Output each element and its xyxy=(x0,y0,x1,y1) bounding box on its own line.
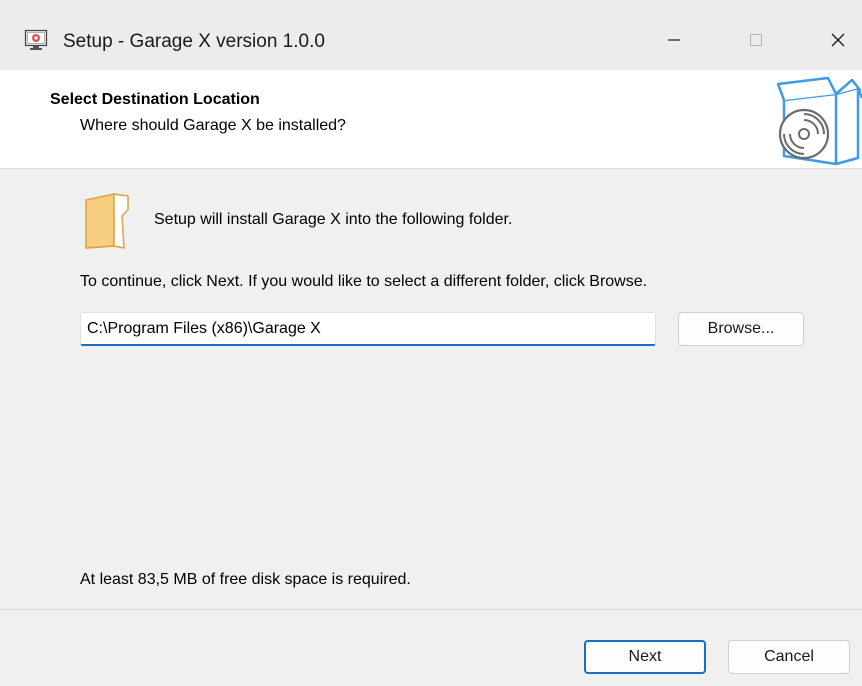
close-button[interactable] xyxy=(814,20,862,60)
install-box-disc-icon xyxy=(774,76,862,166)
footer-divider xyxy=(0,609,862,610)
setup-window: Setup - Garage X version 1.0.0 Select De… xyxy=(0,0,862,686)
maximize-button[interactable] xyxy=(732,20,780,60)
window-title: Setup - Garage X version 1.0.0 xyxy=(63,31,325,52)
next-button[interactable]: Next xyxy=(584,640,706,674)
page-subtitle: Where should Garage X be installed? xyxy=(80,117,346,134)
install-folder-text: Setup will install Garage X into the fol… xyxy=(154,211,513,228)
maximize-icon xyxy=(749,33,763,47)
minimize-button[interactable] xyxy=(650,20,698,60)
setup-computer-icon xyxy=(24,28,48,52)
close-icon xyxy=(831,33,845,47)
cancel-button[interactable]: Cancel xyxy=(728,640,850,674)
title-bar[interactable]: Setup - Garage X version 1.0.0 xyxy=(0,0,862,70)
wizard-header: Select Destination Location Where should… xyxy=(0,70,862,169)
instructions-text: To continue, click Next. If you would li… xyxy=(80,273,648,290)
folder-icon xyxy=(84,192,132,250)
minimize-icon xyxy=(668,39,680,41)
destination-path-input[interactable] xyxy=(80,312,656,346)
disk-space-text: At least 83,5 MB of free disk space is r… xyxy=(80,571,411,588)
page-title: Select Destination Location xyxy=(50,91,260,108)
browse-button[interactable]: Browse... xyxy=(678,312,804,346)
